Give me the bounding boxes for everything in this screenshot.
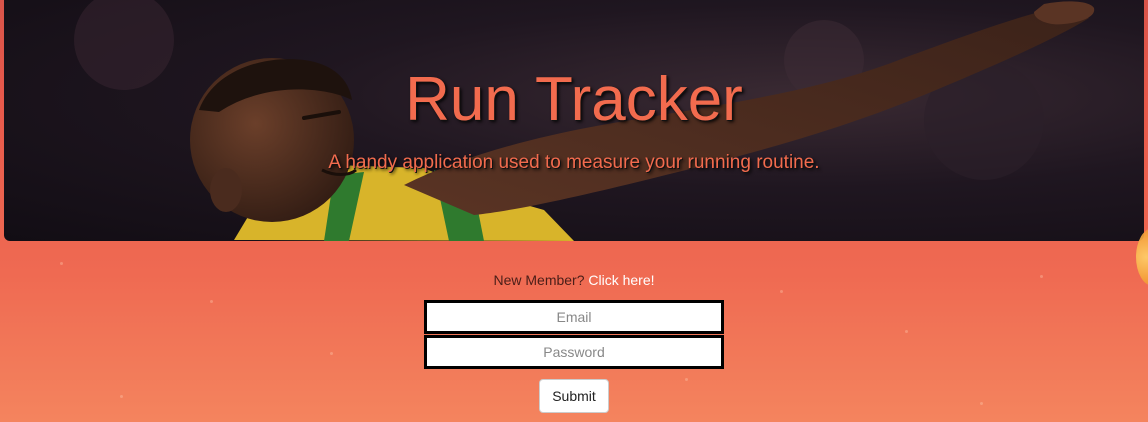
page-title: Run Tracker (405, 65, 743, 134)
submit-button[interactable]: Submit (539, 379, 609, 413)
email-field[interactable] (424, 300, 724, 334)
password-field[interactable] (424, 335, 724, 369)
login-form: New Member? Click here! Submit (0, 270, 1148, 413)
signup-prompt: New Member? Click here! (0, 270, 1148, 290)
signup-link[interactable]: Click here! (588, 272, 654, 288)
signup-prompt-text: New Member? (493, 272, 589, 288)
hero-banner: Run Tracker A handy application used to … (4, 0, 1144, 241)
page-subtitle: A handy application used to measure your… (328, 152, 820, 173)
